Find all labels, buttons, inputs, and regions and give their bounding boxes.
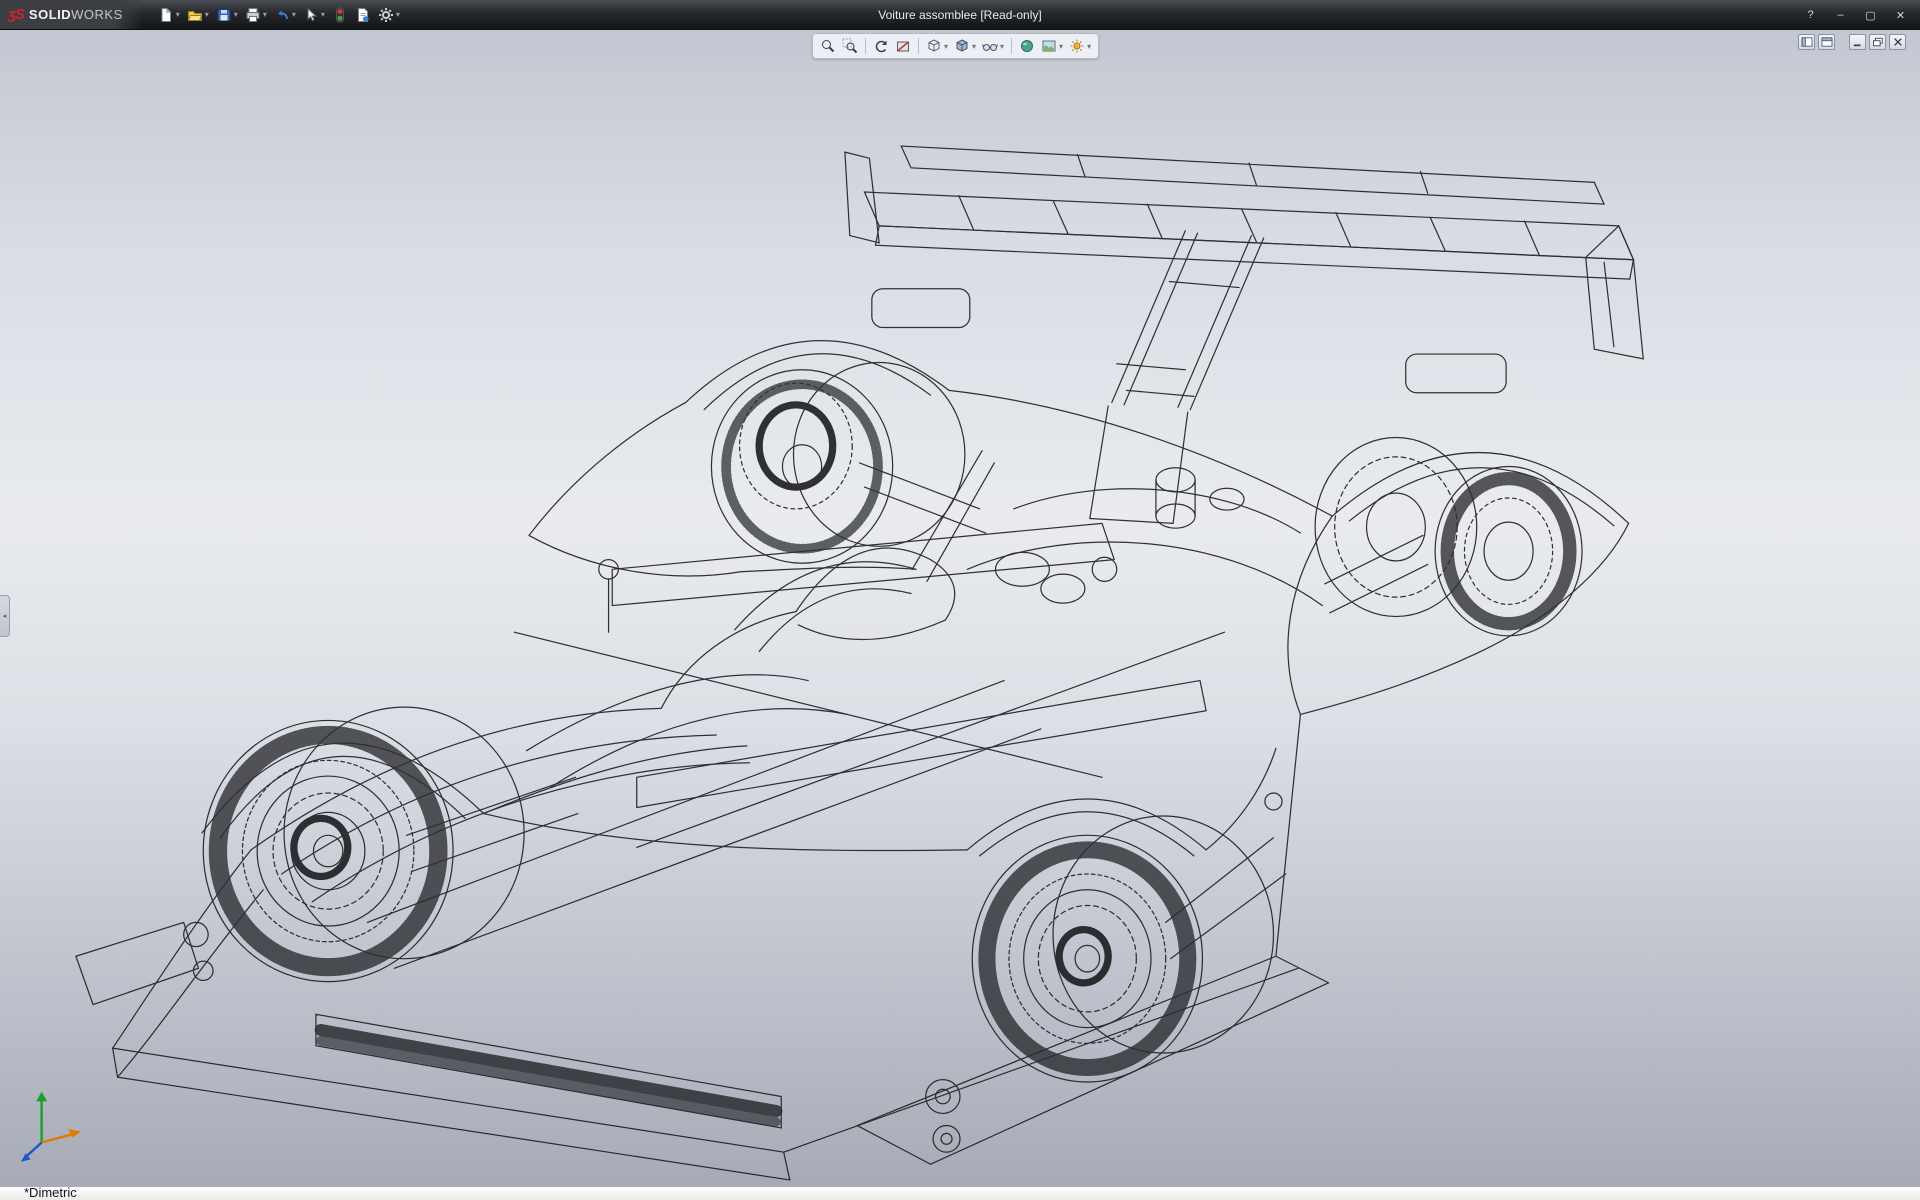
- view-orientation-cube-icon: [926, 38, 942, 54]
- chevron-down-icon[interactable]: ▾: [176, 10, 180, 19]
- minimize-button[interactable]: –: [1827, 6, 1854, 25]
- chevron-down-icon[interactable]: ▾: [1059, 42, 1063, 51]
- chevron-down-icon[interactable]: ▾: [292, 10, 296, 19]
- zoom-to-area-button[interactable]: [840, 36, 860, 56]
- toolbar-separator: [918, 38, 919, 54]
- apply-scene-button[interactable]: ▾: [1039, 36, 1065, 56]
- maximize-button[interactable]: ▢: [1857, 6, 1884, 25]
- select-button[interactable]: ▾: [300, 3, 328, 27]
- new-document-button[interactable]: ▾: [155, 3, 183, 27]
- print-button[interactable]: ▾: [242, 3, 270, 27]
- wheel-front-left: [203, 707, 524, 981]
- orientation-triad[interactable]: [21, 1092, 81, 1162]
- options-gear-icon: [378, 7, 394, 23]
- pane-left-icon: [1801, 37, 1813, 47]
- wireframe-model[interactable]: [0, 30, 1920, 1186]
- section-view-icon: [895, 38, 911, 54]
- show-task-pane-button[interactable]: [1818, 34, 1835, 50]
- window-title: Voiture assomblee [Read-only]: [878, 8, 1041, 22]
- solidworks-logo: ʒS SOLIDWORKS: [0, 0, 141, 29]
- minimize-document-button[interactable]: [1849, 34, 1866, 50]
- open-button[interactable]: ▾: [184, 3, 212, 27]
- previous-view-button[interactable]: [871, 36, 891, 56]
- edit-appearance-sphere-icon: [1019, 38, 1035, 54]
- save-button[interactable]: ▾: [213, 3, 241, 27]
- chevron-down-icon[interactable]: ▾: [396, 10, 400, 19]
- chevron-down-icon[interactable]: ▾: [1000, 42, 1004, 51]
- edit-appearance-button[interactable]: [1017, 36, 1037, 56]
- toolbar-separator: [1011, 38, 1012, 54]
- collapsed-panel-tab[interactable]: ◂: [0, 595, 10, 637]
- file-properties-icon: [355, 7, 371, 23]
- logo-text-works: WORKS: [71, 7, 123, 22]
- chevron-down-icon[interactable]: ▾: [205, 10, 209, 19]
- solidworks-window: ʒS SOLIDWORKS ▾ ▾: [0, 0, 1920, 1200]
- undo-arrow-icon: [274, 7, 290, 23]
- toolbar-separator: [865, 38, 866, 54]
- document-window-controls: [1798, 34, 1906, 50]
- zoom-to-fit-icon: [820, 38, 836, 54]
- close-button[interactable]: ✕: [1887, 6, 1914, 25]
- restore-document-button[interactable]: [1869, 34, 1886, 50]
- close-document-button[interactable]: [1889, 34, 1906, 50]
- hide-show-glasses-icon: [982, 38, 998, 54]
- wheel-rear-right: [1315, 438, 1582, 636]
- main-toolbar: ▾ ▾ ▾: [155, 3, 403, 27]
- rebuild-button[interactable]: [329, 3, 351, 27]
- save-floppy-icon: [216, 7, 232, 23]
- view-settings-button[interactable]: ▾: [1067, 36, 1093, 56]
- hide-show-items-button[interactable]: ▾: [980, 36, 1006, 56]
- graphics-viewport[interactable]: ▾ ▾ ▾: [0, 30, 1920, 1186]
- restore-document-icon: [1872, 37, 1884, 47]
- view-orientation-button[interactable]: ▾: [924, 36, 950, 56]
- zoom-to-area-icon: [842, 38, 858, 54]
- section-view-button[interactable]: [893, 36, 913, 56]
- close-document-icon: [1892, 37, 1904, 47]
- chevron-down-icon[interactable]: ▾: [972, 42, 976, 51]
- display-style-cube-icon: [954, 38, 970, 54]
- rebuild-stoplight-icon: [332, 7, 348, 23]
- rear-wing-lines: [845, 146, 1643, 410]
- view-orientation-label: *Dimetric: [24, 1185, 77, 1200]
- wheel-rear-left: [972, 816, 1273, 1082]
- zoom-to-fit-button[interactable]: [818, 36, 838, 56]
- new-document-icon: [158, 7, 174, 23]
- select-cursor-icon: [303, 7, 319, 23]
- help-button[interactable]: ?: [1797, 6, 1824, 25]
- undo-button[interactable]: ▾: [271, 3, 299, 27]
- open-folder-icon: [187, 7, 203, 23]
- minimize-document-icon: [1852, 37, 1864, 47]
- show-feature-pane-button[interactable]: [1798, 34, 1815, 50]
- chevron-down-icon[interactable]: ▾: [321, 10, 325, 19]
- options-button[interactable]: ▾: [375, 3, 403, 27]
- window-controls: ? – ▢ ✕: [1797, 0, 1914, 30]
- titlebar: ʒS SOLIDWORKS ▾ ▾: [0, 0, 1920, 30]
- status-bar: [0, 1186, 1920, 1200]
- view-settings-sun-icon: [1069, 38, 1085, 54]
- printer-icon: [245, 7, 261, 23]
- chevron-down-icon[interactable]: ▾: [234, 10, 238, 19]
- chevron-down-icon[interactable]: ▾: [263, 10, 267, 19]
- collapse-arrow-icon: ◂: [3, 612, 7, 620]
- previous-view-icon: [873, 38, 889, 54]
- solidworks-logo-icon: ʒS: [8, 6, 24, 23]
- logo-text-solid: SOLID: [29, 7, 71, 22]
- chevron-down-icon[interactable]: ▾: [944, 42, 948, 51]
- doc-controls-gap: [1838, 34, 1846, 50]
- pane-top-icon: [1821, 37, 1833, 47]
- display-style-button[interactable]: ▾: [952, 36, 978, 56]
- chevron-down-icon[interactable]: ▾: [1087, 42, 1091, 51]
- apply-scene-icon: [1041, 38, 1057, 54]
- heads-up-view-toolbar: ▾ ▾ ▾: [812, 33, 1099, 59]
- file-properties-button[interactable]: [352, 3, 374, 27]
